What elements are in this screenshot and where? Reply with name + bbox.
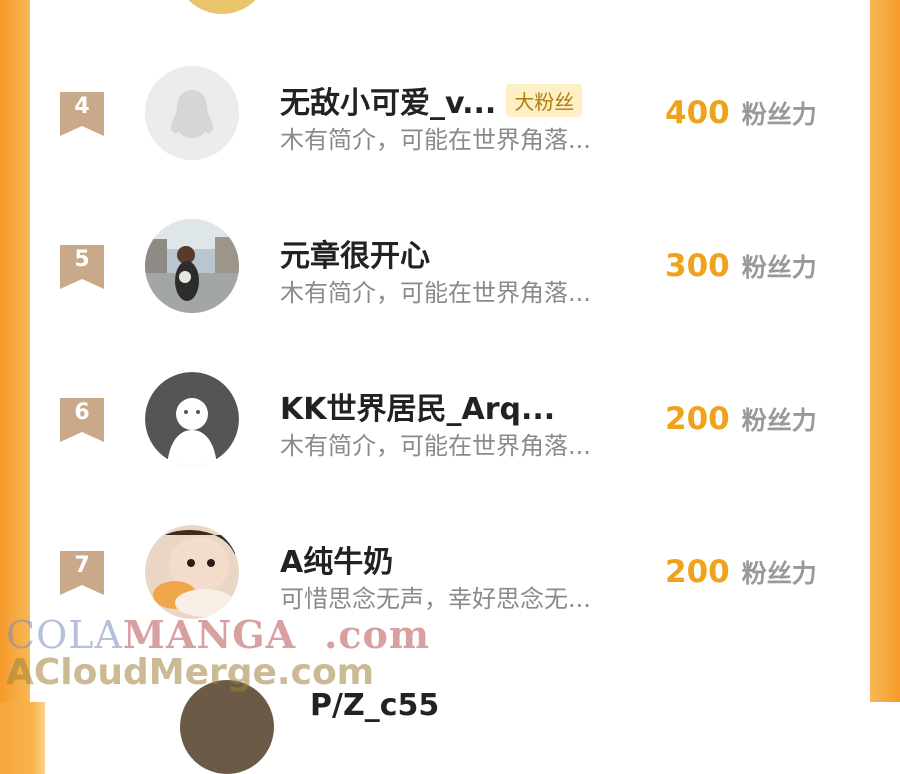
user-bio: 木有简介，可能在世界角落... bbox=[280, 432, 591, 460]
baby-photo-avatar-icon[interactable] bbox=[145, 525, 239, 619]
name-line: KK世界居民_Arq... bbox=[280, 384, 555, 428]
fan-power: 300 粉丝力 bbox=[665, 248, 817, 284]
right-frame bbox=[870, 0, 900, 702]
fan-power-unit: 粉丝力 bbox=[741, 406, 817, 435]
rank-badge: 6 bbox=[60, 398, 104, 442]
ranking-row[interactable]: 5 元章很开心 木有简介，可能在世界角落... 300 粉丝力 bbox=[30, 193, 870, 343]
next-user-avatar[interactable] bbox=[180, 680, 274, 774]
user-bio: 木有简介，可能在世界角落... bbox=[280, 126, 591, 154]
watermark-part: MANGA bbox=[122, 612, 297, 657]
name-line: 元章很开心 bbox=[280, 231, 430, 275]
user-bio: 木有简介，可能在世界角落... bbox=[280, 279, 591, 307]
rank-badge: 7 bbox=[60, 551, 104, 595]
watermark-colamanga: COLAMANGA .com bbox=[6, 612, 430, 657]
user-bio: 可惜思念无声，幸好思念无... bbox=[280, 585, 591, 613]
fan-level-badge: 大粉丝 bbox=[506, 83, 583, 117]
rank-number: 6 bbox=[74, 400, 90, 425]
user-name[interactable]: 无敌小可爱_v... bbox=[280, 78, 496, 122]
user-name[interactable]: 元章很开心 bbox=[280, 231, 430, 275]
user-name[interactable]: A纯牛奶 bbox=[280, 537, 393, 581]
fan-power: 200 粉丝力 bbox=[665, 554, 817, 590]
fan-power-value: 200 bbox=[665, 554, 730, 590]
fan-power-value: 200 bbox=[665, 401, 730, 437]
ranking-panel: 4 无敌小可爱_v... 大粉丝 木有简介，可能在世界角落... 400 粉丝力… bbox=[30, 0, 870, 774]
rank-number: 7 bbox=[74, 553, 90, 578]
default-dark-avatar-icon[interactable] bbox=[145, 372, 239, 466]
fan-power-unit: 粉丝力 bbox=[741, 100, 817, 129]
watermark-acloudmerge: ACloudMerge.com bbox=[6, 652, 375, 693]
name-line: 无敌小可爱_v... 大粉丝 bbox=[280, 78, 583, 122]
fan-power-unit: 粉丝力 bbox=[741, 253, 817, 282]
ranking-row[interactable]: 6 KK世界居民_Arq... 木有简介，可能在世界角落... 200 粉丝力 bbox=[30, 346, 870, 496]
ranking-row[interactable]: 4 无敌小可爱_v... 大粉丝 木有简介，可能在世界角落... 400 粉丝力 bbox=[30, 40, 870, 190]
watermark-part: .com bbox=[324, 612, 431, 657]
default-penguin-avatar-icon[interactable] bbox=[145, 66, 239, 160]
next-user-name[interactable]: P/Z_c55 bbox=[310, 688, 439, 723]
photo-avatar-icon[interactable] bbox=[145, 219, 239, 313]
fan-power-unit: 粉丝力 bbox=[741, 559, 817, 588]
rank-badge: 5 bbox=[60, 245, 104, 289]
name-line: A纯牛奶 bbox=[280, 537, 393, 581]
rank-badge: 4 bbox=[60, 92, 104, 136]
watermark-part: COLA bbox=[6, 613, 123, 657]
fan-power: 200 粉丝力 bbox=[665, 401, 817, 437]
left-frame bbox=[0, 0, 30, 702]
fan-power-value: 300 bbox=[665, 248, 730, 284]
user-name[interactable]: KK世界居民_Arq... bbox=[280, 384, 555, 428]
fan-power-value: 400 bbox=[665, 95, 730, 131]
rank-number: 4 bbox=[74, 94, 90, 119]
previous-avatar[interactable] bbox=[175, 0, 269, 14]
rank-number: 5 bbox=[74, 247, 90, 272]
fan-power: 400 粉丝力 bbox=[665, 95, 817, 131]
